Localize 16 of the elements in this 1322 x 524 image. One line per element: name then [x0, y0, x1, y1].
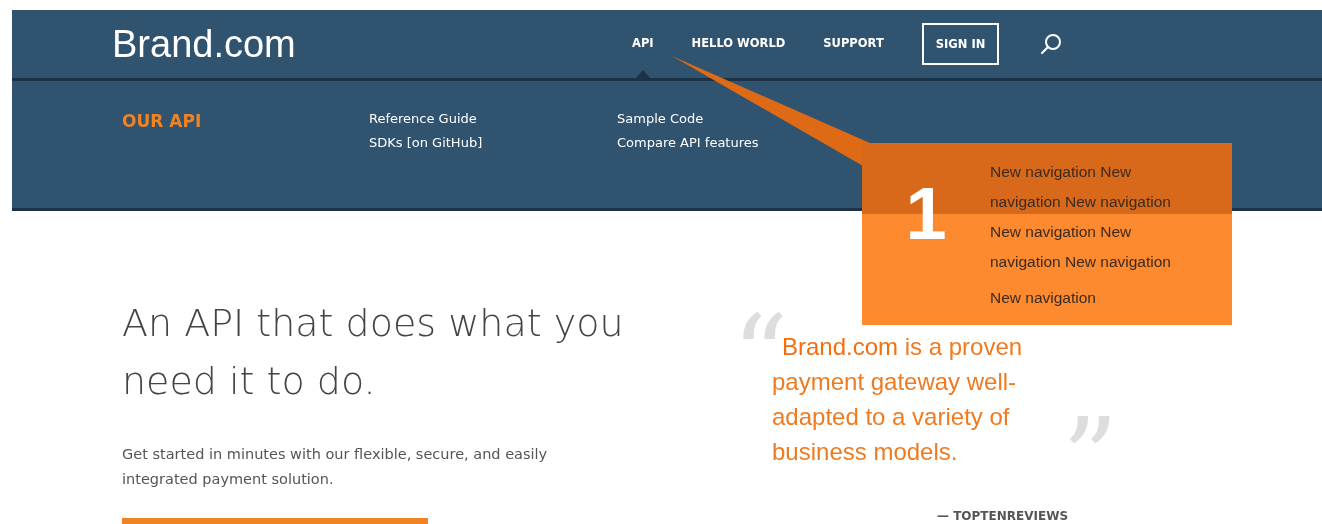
nav-link[interactable]: HELLO WORLD	[691, 10, 786, 78]
callout-note: New navigation New navigation New navigation New navigation New navigation New navigation	[990, 162, 1172, 272]
callout-note: New navigation	[990, 288, 1097, 308]
submenu-link[interactable]: Reference Guide	[369, 111, 477, 126]
search-icon[interactable]	[1039, 32, 1064, 56]
submenu-link[interactable]: SDKs [on GitHub]	[369, 135, 483, 150]
callout-number: 1	[904, 171, 948, 257]
quote-text: Brand.com is a proven payment gateway well-adapted to a variety of business models.	[772, 333, 1024, 467]
submenu-title: OUR API	[122, 111, 203, 131]
hero-heading: An API that does what you need it to do.	[122, 300, 625, 405]
hero-text: Get started in minutes with our flexible, secure, and easily integrated payment solution.	[122, 445, 549, 489]
submenu-link[interactable]: Compare API features	[617, 135, 759, 150]
brand-logo[interactable]: Brand.com	[112, 22, 632, 66]
sign-in-button[interactable]: SIGN IN	[921, 23, 1000, 65]
nav-link[interactable]: SUPPORT	[823, 10, 884, 78]
submenu-link[interactable]: Sample Code	[617, 111, 704, 126]
